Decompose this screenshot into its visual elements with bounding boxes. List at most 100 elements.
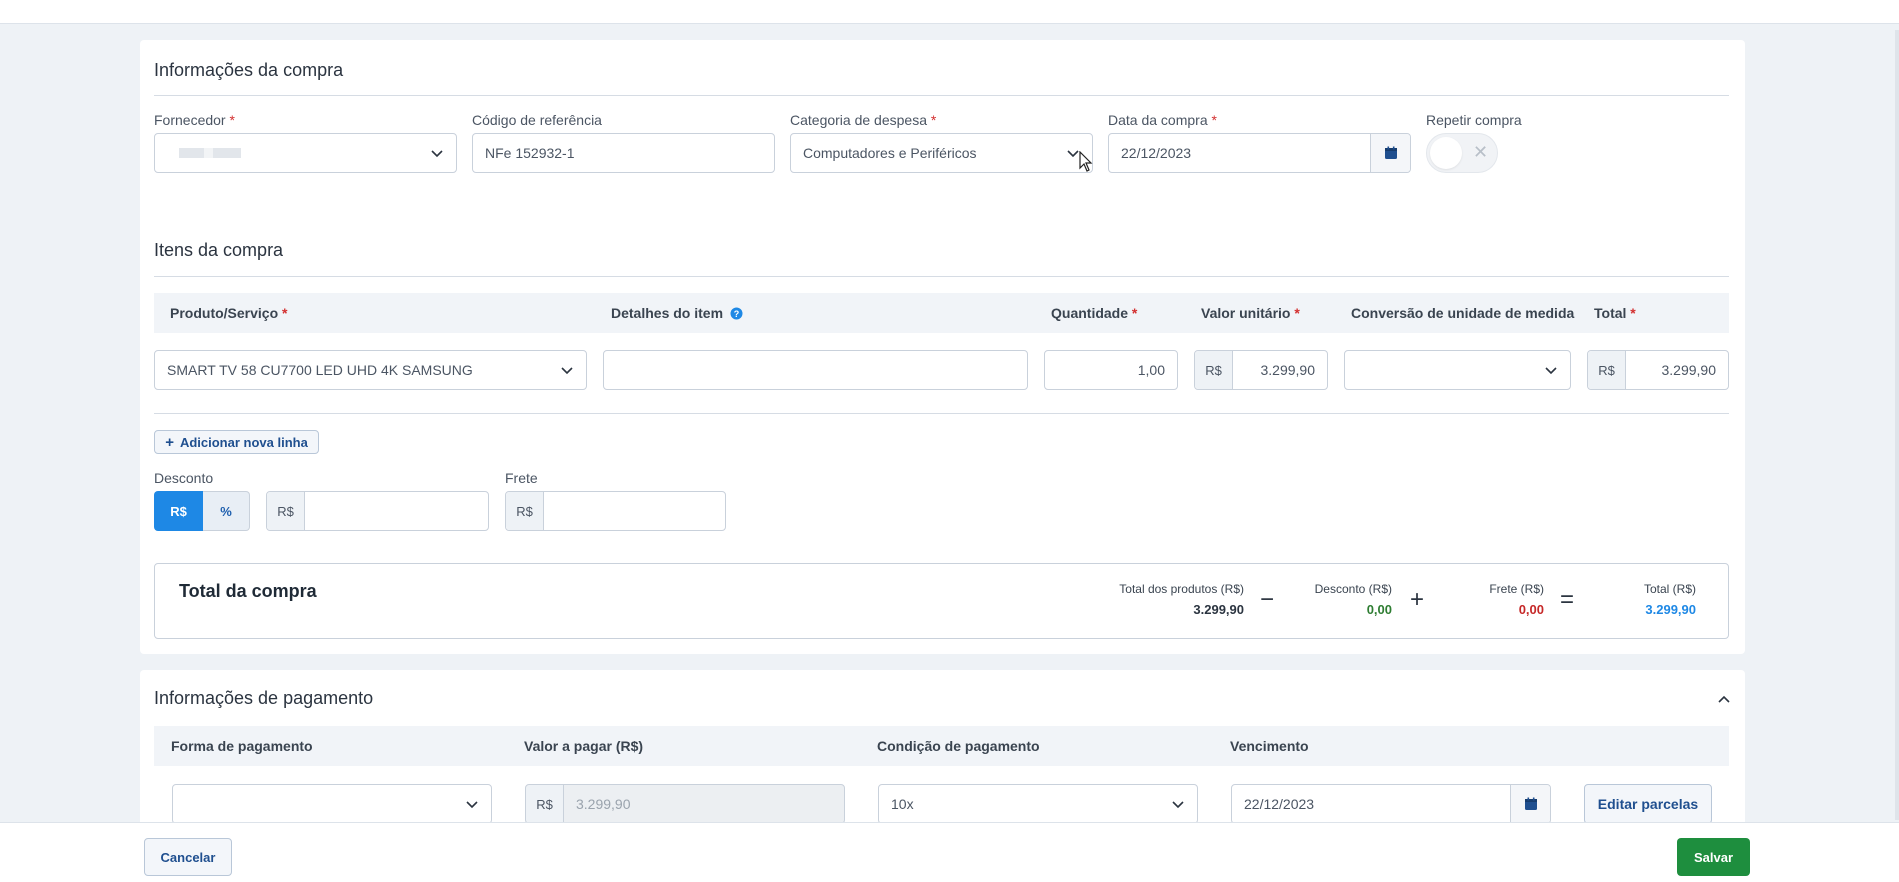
reference-value: NFe 152932-1: [485, 145, 575, 161]
add-line-label: Adicionar nova linha: [179, 434, 308, 450]
chevron-up-icon[interactable]: [1717, 692, 1731, 706]
category-label: Categoria de despesa *: [790, 112, 937, 128]
header-quantity: Quantidade *: [1051, 305, 1138, 321]
amount-value: 3.299,90: [576, 796, 631, 812]
purchase-date-value: 22/12/2023: [1121, 145, 1192, 161]
currency-prefix: R$: [526, 785, 564, 823]
purchase-date-label: Data da compra *: [1108, 112, 1217, 128]
item-details-input[interactable]: [603, 350, 1028, 390]
cancel-button[interactable]: Cancelar: [144, 838, 232, 876]
totals-title: Total da compra: [179, 581, 317, 601]
calendar-button[interactable]: [1510, 785, 1550, 823]
add-line-button[interactable]: + Adicionar nova linha: [154, 430, 319, 454]
toggle-knob: [1430, 137, 1462, 169]
chevron-down-icon: [431, 150, 443, 158]
freight-label: Frete: [505, 470, 538, 486]
freight-total-label: Frete (R$): [1489, 582, 1544, 596]
purchase-date-input[interactable]: 22/12/2023: [1108, 133, 1411, 173]
quantity-input[interactable]: 1,00: [1044, 350, 1178, 390]
unit-value: 3.299,90: [1260, 362, 1316, 378]
reference-input[interactable]: NFe 152932-1: [472, 133, 775, 173]
repeat-purchase-label: Repetir compra: [1426, 112, 1522, 128]
divider: [154, 95, 1729, 96]
supplier-label: Fornecedor *: [154, 112, 235, 128]
chevron-down-icon: [1172, 801, 1184, 809]
divider: [154, 413, 1729, 414]
payment-info-title: Informações de pagamento: [154, 688, 374, 708]
items-title: Itens da compra: [154, 240, 284, 260]
header-details: Detalhes do item ?: [611, 305, 743, 321]
discount-total-value: 0,00: [1366, 602, 1392, 617]
supplier-value-redacted: [179, 148, 241, 158]
grand-total-value: 3.299,90: [1645, 602, 1696, 617]
footer-bar: Cancelar Salvar: [0, 822, 1899, 882]
plus-operator: +: [1410, 586, 1425, 613]
discount-input[interactable]: R$: [266, 491, 489, 531]
plus-icon: +: [165, 433, 174, 451]
chevron-down-icon: [1067, 150, 1079, 158]
purchase-info-title: Informações da compra: [154, 60, 344, 80]
reference-label: Código de referência: [472, 112, 602, 128]
category-value: Computadores e Periféricos: [803, 145, 977, 161]
page-scrollbar[interactable]: [1895, 30, 1899, 820]
calendar-button[interactable]: [1370, 134, 1410, 172]
header-payment-method: Forma de pagamento: [171, 738, 313, 754]
item-total-value: 3.299,90: [1661, 362, 1717, 378]
discount-label: Desconto: [154, 470, 214, 486]
chevron-down-icon: [466, 801, 478, 809]
unit-value-input[interactable]: R$ 3.299,90: [1194, 350, 1328, 390]
supplier-select[interactable]: [154, 133, 457, 173]
items-table-header: Produto/Serviço * Detalhes do item ? Qua…: [154, 293, 1729, 333]
payment-condition-select[interactable]: 10x: [878, 784, 1198, 824]
header-due-date: Vencimento: [1230, 738, 1309, 754]
divider: [154, 276, 1729, 277]
discount-total-label: Desconto (R$): [1314, 582, 1392, 596]
freight-input[interactable]: R$: [505, 491, 726, 531]
discount-mode-currency-button[interactable]: R$: [154, 491, 203, 531]
currency-prefix: R$: [1588, 351, 1626, 389]
products-total-label: Total dos produtos (R$): [1119, 582, 1244, 596]
item-total-input[interactable]: R$ 3.299,90: [1587, 350, 1729, 390]
purchase-card: Informações da compra Fornecedor * Códig…: [140, 40, 1745, 654]
header-amount: Valor a pagar (R$): [524, 738, 644, 754]
repeat-purchase-toggle[interactable]: ✕: [1426, 133, 1498, 173]
category-select[interactable]: Computadores e Periféricos: [790, 133, 1093, 173]
chevron-down-icon: [1545, 367, 1557, 375]
payment-table-header: Forma de pagamento Valor a pagar (R$) Co…: [154, 726, 1729, 766]
top-header-bar: [0, 0, 1899, 24]
help-icon[interactable]: ?: [730, 307, 743, 320]
amount-input: R$ 3.299,90: [525, 784, 845, 824]
product-value: SMART TV 58 CU7700 LED UHD 4K SAMSUNG: [167, 362, 473, 378]
payment-condition-value: 10x: [891, 796, 914, 812]
totals-box: Total da compra Total dos produtos (R$) …: [154, 563, 1729, 639]
edit-installments-button[interactable]: Editar parcelas: [1584, 784, 1712, 824]
close-icon: ✕: [1473, 142, 1489, 162]
payment-card: Informações de pagamento Forma de pagame…: [140, 670, 1745, 830]
freight-total-value: 0,00: [1518, 602, 1544, 617]
header-conversion: Conversão de unidade de medida: [1351, 305, 1575, 321]
minus-operator: −: [1260, 586, 1275, 613]
equals-operator: =: [1560, 586, 1575, 613]
discount-mode-percent-button[interactable]: %: [203, 491, 250, 531]
chevron-down-icon: [561, 367, 573, 375]
due-date-input[interactable]: 22/12/2023: [1231, 784, 1551, 824]
svg-text:?: ?: [734, 309, 740, 319]
due-date-value: 22/12/2023: [1244, 796, 1315, 812]
calendar-icon: [1384, 146, 1397, 159]
product-select[interactable]: SMART TV 58 CU7700 LED UHD 4K SAMSUNG: [154, 350, 587, 390]
currency-prefix: R$: [1195, 351, 1233, 389]
header-unit-value: Valor unitário *: [1201, 305, 1300, 321]
mouse-cursor-icon: [1079, 151, 1093, 172]
unit-conversion-select[interactable]: [1344, 350, 1571, 390]
grand-total-label: Total (R$): [1643, 582, 1696, 596]
payment-method-select[interactable]: [172, 784, 492, 824]
currency-prefix: R$: [506, 492, 544, 530]
header-product: Produto/Serviço *: [170, 305, 288, 321]
products-total-value: 3.299,90: [1193, 602, 1244, 617]
calendar-icon: [1524, 797, 1537, 810]
currency-prefix: R$: [267, 492, 305, 530]
quantity-value: 1,00: [1137, 362, 1165, 378]
save-button[interactable]: Salvar: [1677, 838, 1750, 876]
header-total: Total *: [1594, 305, 1636, 321]
header-condition: Condição de pagamento: [877, 738, 1040, 754]
